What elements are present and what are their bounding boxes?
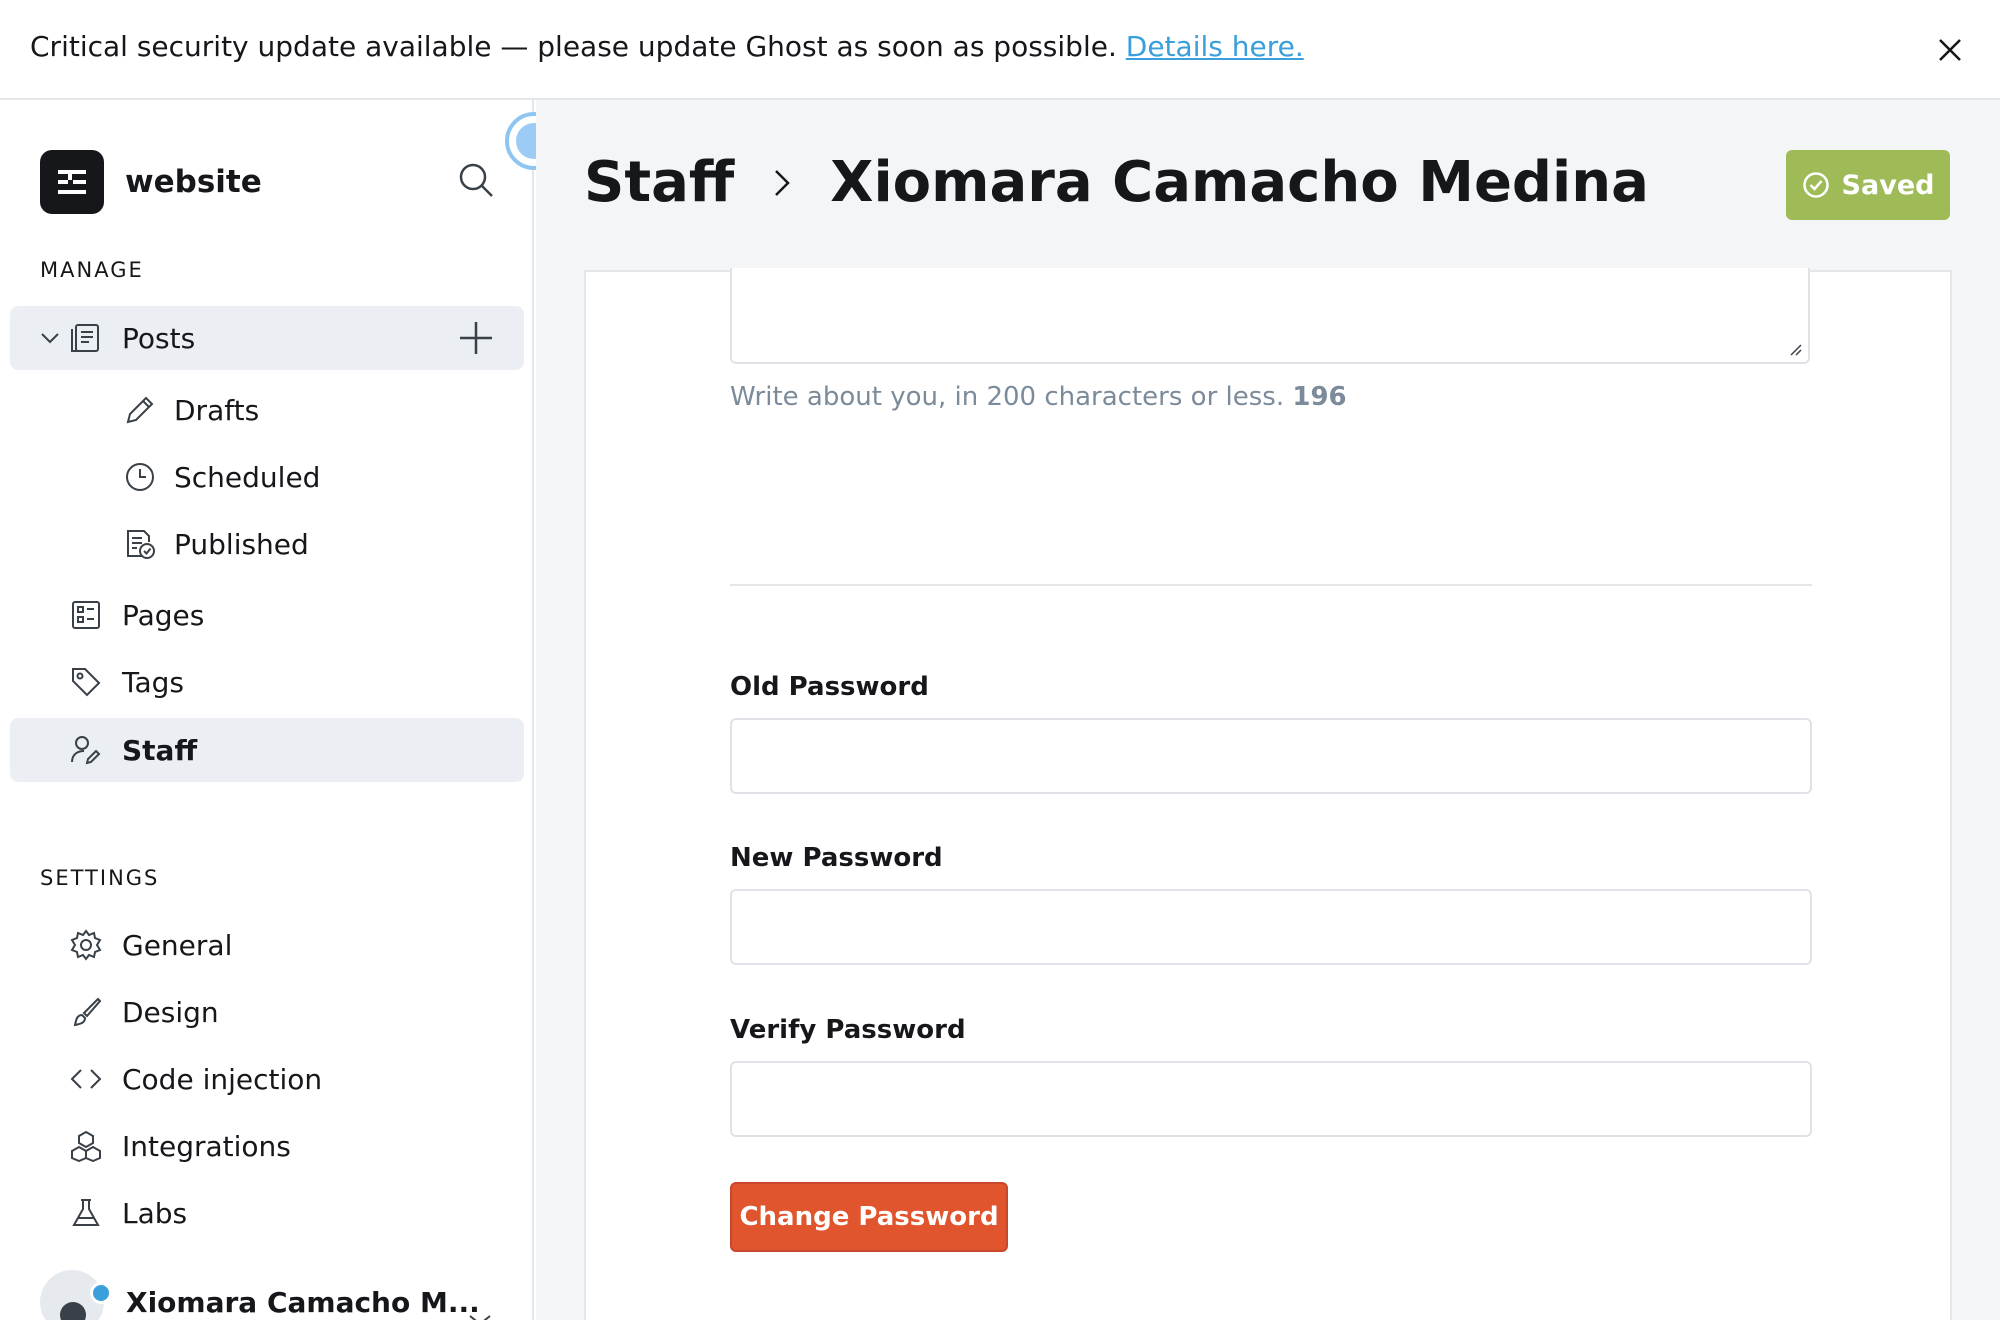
banner-close-button[interactable] — [1930, 30, 1970, 70]
security-banner: Critical security update available — ple… — [0, 0, 2000, 100]
tag-icon — [72, 668, 101, 697]
staff-icon — [71, 736, 101, 765]
verify-password-label: Verify Password — [730, 1015, 966, 1045]
site-brand[interactable]: website — [40, 150, 262, 214]
sidebar-item-design[interactable]: Design — [10, 980, 524, 1044]
site-name: website — [125, 164, 262, 200]
breadcrumb-staff-link[interactable]: Staff — [584, 150, 734, 215]
settings-section-label: SETTINGS — [40, 866, 160, 890]
chevron-down-icon[interactable] — [466, 1310, 494, 1320]
old-password-label: Old Password — [730, 672, 929, 702]
published-icon — [127, 530, 155, 559]
check-circle-icon — [1802, 172, 1829, 198]
pages-icon — [72, 601, 100, 629]
sidebar-item-code-injection[interactable]: Code injection — [10, 1047, 524, 1111]
site-logo-icon — [40, 150, 104, 214]
chevron-right-icon — [775, 169, 791, 196]
sidebar-item-integrations[interactable]: Integrations — [10, 1114, 524, 1178]
bio-hint: Write about you, in 200 characters or le… — [730, 382, 1347, 412]
pencil-icon — [126, 396, 154, 424]
banner-details-link[interactable]: Details here. — [1126, 30, 1304, 63]
sidebar-item-label: Staff — [122, 733, 198, 767]
notification-dot — [90, 1282, 112, 1304]
saved-label: Saved — [1841, 169, 1935, 201]
sidebar-item-label: Integrations — [122, 1129, 291, 1163]
section-divider — [730, 584, 1812, 586]
verify-password-field[interactable] — [730, 1061, 1812, 1137]
profile-form-card: Write about you, in 200 characters or le… — [584, 268, 1952, 1320]
banner-message: Critical security update available — ple… — [30, 30, 1117, 63]
sidebar: website MANAGE Posts Drafts Scheduled Pu… — [0, 100, 534, 1320]
bio-hint-text: Write about you, in 200 characters or le… — [730, 382, 1285, 412]
new-password-label: New Password — [730, 843, 943, 873]
sidebar-item-label: Code injection — [122, 1062, 323, 1096]
sidebar-item-scheduled[interactable]: Scheduled — [10, 445, 524, 509]
bio-textarea[interactable] — [730, 268, 1810, 364]
sidebar-item-label: Tags — [122, 665, 184, 699]
close-icon — [1939, 39, 1961, 61]
sidebar-item-label: Drafts — [174, 393, 260, 427]
banner-text: Critical security update available — ple… — [30, 30, 1304, 63]
manage-section-label: MANAGE — [40, 258, 144, 282]
search-icon — [459, 163, 493, 197]
sidebar-item-staff[interactable]: Staff — [10, 718, 524, 782]
flask-icon — [72, 1199, 100, 1226]
clock-icon — [126, 463, 154, 491]
sidebar-item-drafts[interactable]: Drafts — [10, 378, 524, 442]
saved-button[interactable]: Saved — [1786, 150, 1950, 220]
sidebar-item-label: Pages — [122, 598, 205, 632]
old-password-field[interactable] — [730, 718, 1812, 794]
sidebar-item-label: Published — [174, 527, 309, 561]
page-title: Xiomara Camacho Medina — [830, 150, 1649, 215]
chevron-down-icon — [41, 333, 59, 344]
sidebar-item-label: Design — [122, 995, 219, 1029]
sidebar-item-label: Posts — [122, 321, 196, 355]
change-password-button[interactable]: Change Password — [730, 1182, 1008, 1252]
main-content: Staff Xiomara Camacho Medina Saved Write… — [536, 100, 2000, 1320]
sidebar-item-general[interactable]: General — [10, 913, 524, 977]
sidebar-item-tags[interactable]: Tags — [10, 650, 524, 714]
sidebar-item-published[interactable]: Published — [10, 512, 524, 576]
user-name[interactable]: Xiomara Camacho M... — [126, 1286, 480, 1319]
resize-handle-icon[interactable] — [1786, 340, 1802, 356]
plus-icon[interactable] — [456, 318, 496, 358]
bio-char-count: 196 — [1292, 382, 1347, 412]
sidebar-item-pages[interactable]: Pages — [10, 583, 524, 647]
code-icon — [70, 1069, 102, 1089]
sidebar-item-posts[interactable]: Posts — [10, 306, 524, 370]
sidebar-item-label: Labs — [122, 1196, 188, 1230]
sidebar-item-labs[interactable]: Labs — [10, 1181, 524, 1245]
breadcrumb: Staff Xiomara Camacho Medina — [584, 150, 1649, 215]
new-password-field[interactable] — [730, 889, 1812, 965]
brush-icon — [73, 997, 102, 1027]
sidebar-item-label: General — [122, 928, 233, 962]
posts-icon — [71, 324, 99, 352]
search-button[interactable] — [456, 160, 496, 200]
cubes-icon — [71, 1130, 101, 1162]
sidebar-item-label: Scheduled — [174, 460, 321, 494]
gear-icon — [70, 929, 102, 961]
